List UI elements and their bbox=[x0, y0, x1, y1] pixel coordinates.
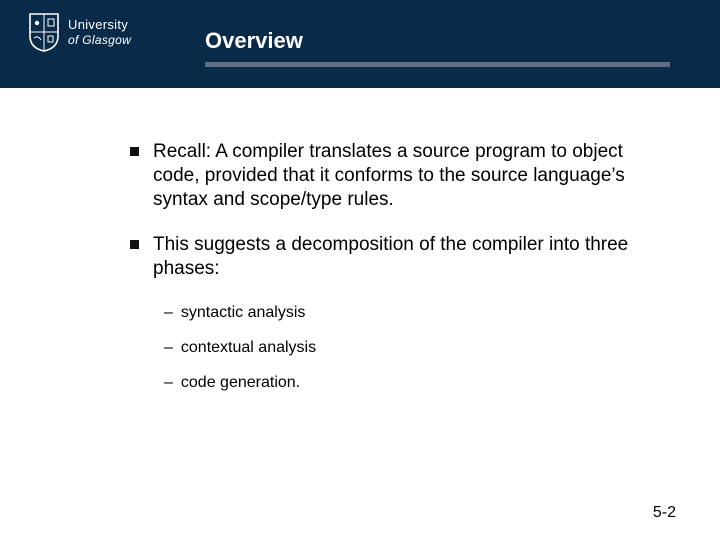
sub-bullet-text: syntactic analysis bbox=[181, 303, 306, 322]
sub-bullet-item: – contextual analysis bbox=[164, 338, 650, 357]
dash-icon: – bbox=[164, 373, 173, 392]
sub-bullet-item: – code generation. bbox=[164, 373, 650, 392]
page-number: 5-2 bbox=[653, 504, 676, 522]
dash-icon: – bbox=[164, 303, 173, 322]
logo-line2: of Glasgow bbox=[68, 34, 131, 46]
title-wrap: Overview bbox=[205, 28, 680, 67]
title-underline bbox=[205, 62, 670, 67]
dash-icon: – bbox=[164, 338, 173, 357]
bullet-square-icon bbox=[130, 147, 139, 156]
university-logo: University of Glasgow bbox=[28, 12, 131, 52]
bullet-text: Recall: A compiler translates a source p… bbox=[153, 140, 650, 211]
bullet-text: This suggests a decomposition of the com… bbox=[153, 233, 650, 281]
bullet-item: This suggests a decomposition of the com… bbox=[130, 233, 650, 281]
bullet-item: Recall: A compiler translates a source p… bbox=[130, 140, 650, 211]
slide-title: Overview bbox=[205, 28, 680, 60]
bullet-square-icon bbox=[130, 240, 139, 249]
sub-bullet-text: contextual analysis bbox=[181, 338, 316, 357]
logo-line1: University bbox=[68, 18, 131, 31]
sub-bullet-item: – syntactic analysis bbox=[164, 303, 650, 322]
crest-icon bbox=[28, 12, 60, 52]
logo-text: University of Glasgow bbox=[68, 18, 131, 46]
sub-bullet-text: code generation. bbox=[181, 373, 300, 392]
sub-bullet-list: – syntactic analysis – contextual analys… bbox=[164, 303, 650, 393]
slide-content: Recall: A compiler translates a source p… bbox=[130, 140, 650, 408]
slide-header: University of Glasgow Overview bbox=[0, 0, 720, 88]
